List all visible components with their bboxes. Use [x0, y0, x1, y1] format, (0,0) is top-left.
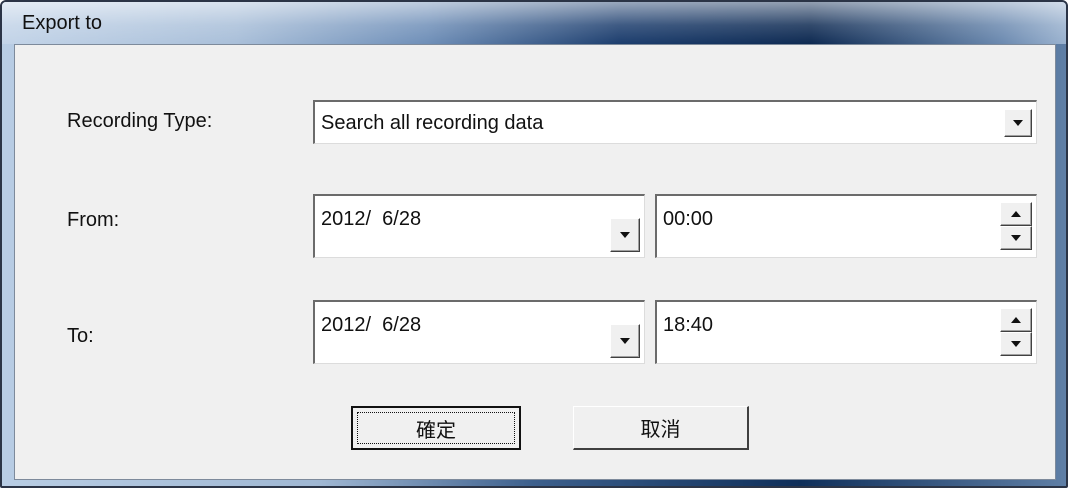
chevron-down-icon — [1011, 235, 1021, 241]
title-bar[interactable]: Export to — [2, 2, 1066, 44]
from-date-value: 2012/ 6/28 — [321, 208, 422, 230]
from-time-up-button[interactable] — [1000, 202, 1032, 226]
chevron-down-icon — [620, 232, 630, 238]
from-time-spinner[interactable] — [1000, 202, 1032, 250]
focus-rectangle — [357, 412, 515, 444]
to-time-input[interactable]: 18:40 — [655, 300, 1037, 364]
to-time-value: 18:40 — [663, 314, 714, 336]
chevron-down-icon — [1013, 120, 1023, 126]
recording-type-value: Search all recording data — [321, 112, 544, 134]
chevron-down-icon — [620, 338, 630, 344]
to-date-dropdown-button[interactable] — [610, 324, 640, 358]
to-date-picker[interactable]: 2012/ 6/28 — [313, 300, 645, 364]
dialog-body: Recording Type: Search all recording dat… — [14, 44, 1056, 480]
to-time-up-button[interactable] — [1000, 308, 1032, 332]
from-label: From: — [67, 209, 120, 231]
window-title: Export to — [22, 12, 103, 34]
ok-button[interactable]: 確定 — [351, 406, 521, 450]
export-dialog: Export to Recording Type: Search all rec… — [0, 0, 1068, 488]
chevron-down-icon — [1011, 341, 1021, 347]
cancel-button[interactable]: 取消 — [573, 406, 749, 450]
chevron-up-icon — [1011, 211, 1021, 217]
from-time-value: 00:00 — [663, 208, 714, 230]
chevron-up-icon — [1011, 317, 1021, 323]
recording-type-label: Recording Type: — [67, 110, 213, 132]
to-date-value: 2012/ 6/28 — [321, 314, 422, 336]
from-date-picker[interactable]: 2012/ 6/28 — [313, 194, 645, 258]
recording-type-dropdown-button[interactable] — [1004, 109, 1032, 137]
to-label: To: — [67, 325, 94, 347]
to-time-down-button[interactable] — [1000, 332, 1032, 356]
cancel-button-label: 取消 — [640, 419, 681, 441]
from-time-input[interactable]: 00:00 — [655, 194, 1037, 258]
recording-type-select[interactable]: Search all recording data — [313, 100, 1037, 144]
to-time-spinner[interactable] — [1000, 308, 1032, 356]
from-date-dropdown-button[interactable] — [610, 218, 640, 252]
from-time-down-button[interactable] — [1000, 226, 1032, 250]
